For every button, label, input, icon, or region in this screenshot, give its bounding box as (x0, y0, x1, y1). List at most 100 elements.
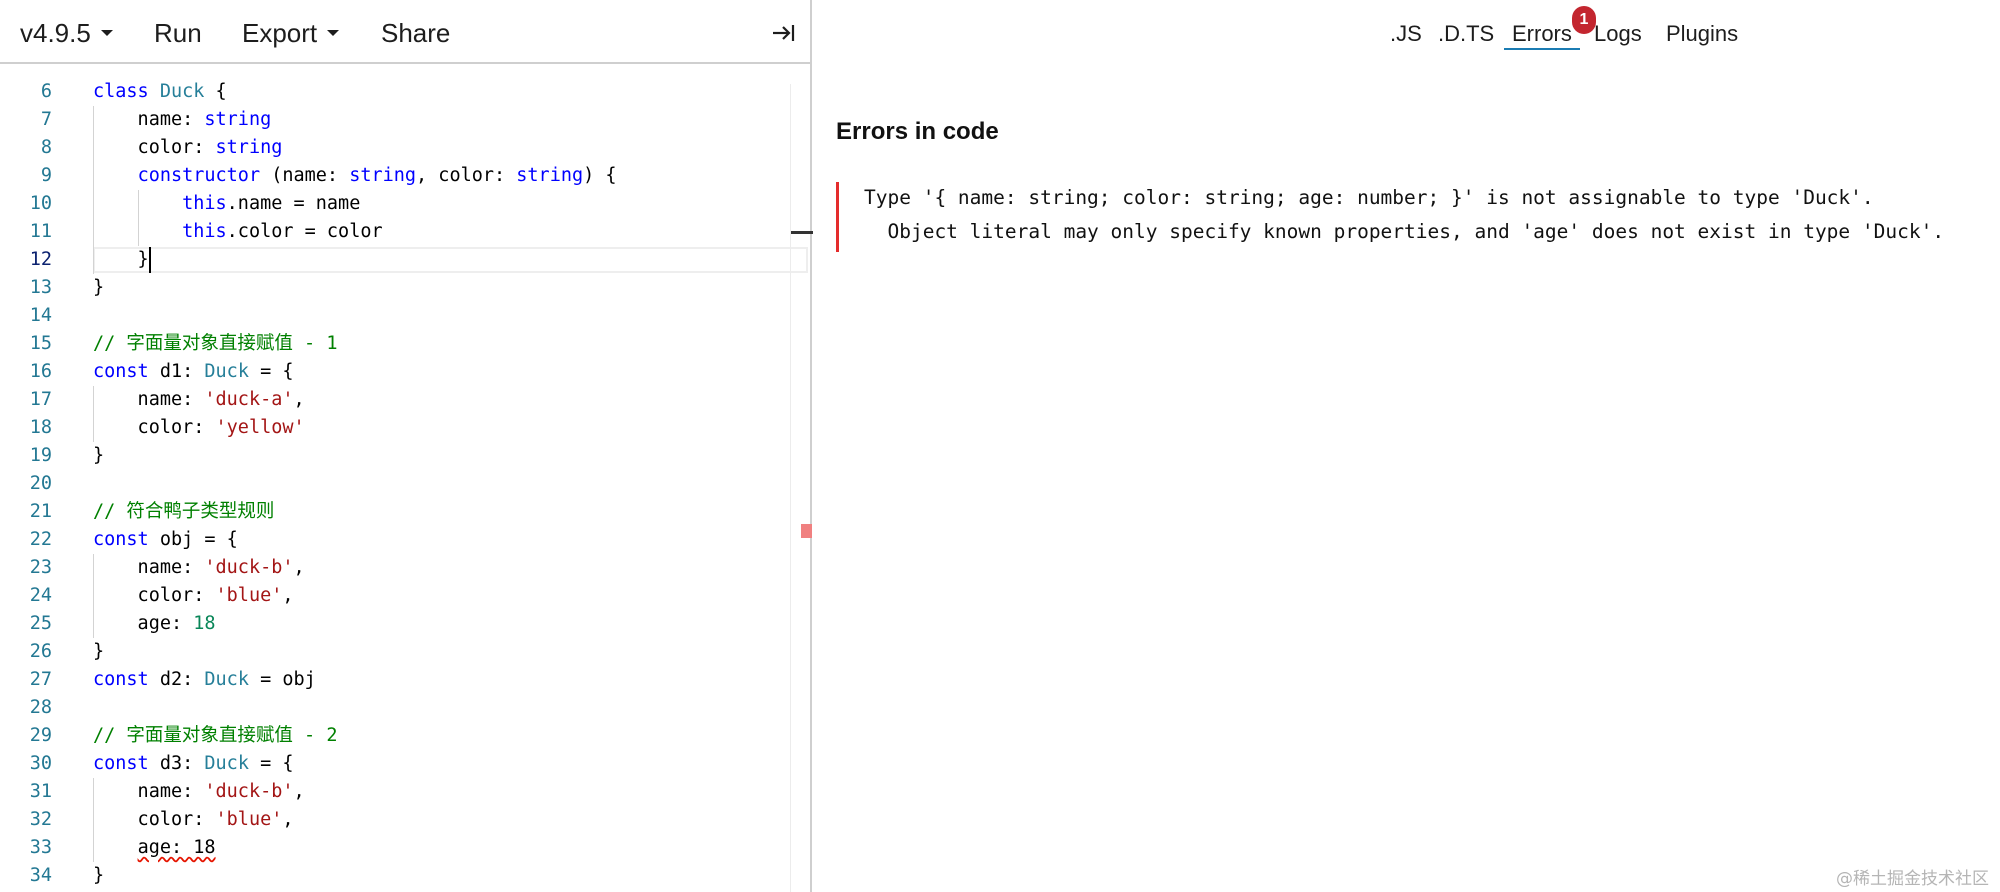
code-text: const d3: Duck = { (93, 753, 294, 774)
export-dropdown[interactable]: Export (242, 17, 340, 49)
code-line[interactable]: 27 const d2: Duck = obj (0, 666, 790, 694)
code-line[interactable]: 29 // 字面量对象直接赋值 - 2 (0, 722, 790, 750)
code-line[interactable]: 21 // 符合鸭子类型规则 (0, 498, 790, 526)
error-indicator-bar (836, 182, 839, 252)
editor-pane: v4.9.5 Run Export Share 6 class Duck {7 n… (0, 0, 813, 892)
cursor-position-marker (791, 231, 813, 234)
code-line[interactable]: 17 name: 'duck-a', (0, 386, 790, 414)
code-line[interactable]: 26} (0, 638, 790, 666)
code-line[interactable]: 8 color: string (0, 134, 790, 162)
code-text: const obj = { (93, 529, 238, 550)
code-text: constructor (name: string, color: string… (137, 165, 617, 186)
run-button[interactable]: Run (154, 17, 202, 49)
code-line[interactable]: 24 color: 'blue', (0, 582, 790, 610)
code-line[interactable]: 18 color: 'yellow' (0, 414, 790, 442)
code-line[interactable]: 30 const d3: Duck = { (0, 750, 790, 778)
share-button[interactable]: Share (381, 17, 450, 49)
indent-guide (93, 106, 94, 274)
version-dropdown[interactable]: v4.9.5 (20, 17, 113, 49)
code-text: age: 18 (137, 837, 216, 858)
panel-title: Errors in code (836, 118, 999, 145)
line-number: 20 (29, 473, 52, 494)
code-text: // 字面量对象直接赋值 - 1 (93, 333, 338, 354)
code-text: color: string (93, 137, 283, 158)
code-line[interactable]: 12 } (0, 246, 808, 274)
line-number: 9 (40, 165, 52, 186)
tab-errors[interactable]: Errors (1512, 19, 1572, 49)
line-number: 33 (29, 837, 52, 858)
indent-guide (93, 386, 94, 442)
current-line-highlight (93, 247, 808, 273)
line-number: 26 (29, 641, 52, 662)
tab-js[interactable]: .JS (1390, 19, 1422, 49)
code-line[interactable]: 32 color: 'blue', (0, 806, 790, 834)
line-number: 27 (29, 669, 52, 690)
code-text: } (93, 445, 105, 466)
export-label: Export (242, 18, 318, 48)
code-text: const d2: Duck = obj (93, 669, 316, 690)
line-number: 10 (29, 193, 52, 214)
arrow-right-to-bar-icon[interactable] (770, 20, 796, 46)
code-text: name: 'duck-b', (93, 557, 305, 578)
error-text-line-1: Type '{ name: string; color: string; age… (864, 186, 1874, 209)
error-text-line-2: Object literal may only specify known pr… (864, 220, 1945, 243)
text-cursor (148, 247, 151, 273)
code-line[interactable]: 14 (0, 302, 790, 330)
code-text: // 字面量对象直接赋值 - 2 (93, 725, 338, 746)
code-text: this.color = color (182, 221, 383, 242)
code-line[interactable]: 16 const d1: Duck = { (0, 358, 790, 386)
indent-guide (93, 554, 94, 638)
line-number: 8 (40, 137, 52, 158)
code-text: } (93, 249, 149, 270)
tab-dts[interactable]: .D.TS (1438, 19, 1494, 49)
line-number: 18 (29, 417, 52, 438)
code-line[interactable]: 20 (0, 470, 790, 498)
code-line[interactable]: 33 age: 18 (0, 834, 790, 862)
error-overview-marker (801, 524, 812, 538)
line-number: 25 (29, 613, 52, 634)
code-line[interactable]: 7 name: string (0, 106, 790, 134)
code-text: name: 'duck-b', (93, 781, 305, 802)
code-line[interactable]: 10 this.name = name (0, 190, 790, 218)
line-number: 14 (29, 305, 52, 326)
line-number: 34 (29, 865, 52, 886)
line-number: 16 (29, 361, 52, 382)
line-number: 17 (29, 389, 52, 410)
code-line[interactable]: 31 name: 'duck-b', (0, 778, 790, 806)
code-line[interactable]: 34} (0, 862, 790, 890)
code-line[interactable]: 11 this.color = color (0, 218, 790, 246)
line-number: 12 (29, 249, 52, 270)
code-line[interactable]: 25 age: 18 (0, 610, 790, 638)
code-line[interactable]: 19} (0, 442, 790, 470)
code-line[interactable]: 9 constructor (name: string, color: stri… (0, 162, 790, 190)
error-message[interactable]: Type '{ name: string; color: string; age… (836, 182, 2000, 252)
code-editor[interactable]: 6 class Duck {7 name: string 8 color: stri… (0, 68, 808, 892)
tab-plugins[interactable]: Plugins (1666, 19, 1738, 49)
code-text: this.name = name (182, 193, 361, 214)
editor-scrollbar[interactable] (790, 84, 813, 892)
line-number: 15 (29, 333, 52, 354)
code-line[interactable]: 28 (0, 694, 790, 722)
tab-logs[interactable]: Logs (1594, 19, 1642, 49)
code-text: class Duck { (93, 81, 227, 102)
chevron-down-icon (100, 30, 113, 37)
line-number: 31 (29, 781, 52, 802)
code-text: color: 'yellow' (93, 417, 305, 438)
watermark: @稀土掘金技术社区 (1836, 869, 1989, 889)
active-tab-indicator (1504, 48, 1580, 50)
line-number: 13 (29, 277, 52, 298)
code-line[interactable]: 15 // 字面量对象直接赋值 - 1 (0, 330, 790, 358)
code-line[interactable]: 23 name: 'duck-b', (0, 554, 790, 582)
line-number: 11 (29, 221, 52, 242)
indent-guide (137, 190, 139, 246)
code-line[interactable]: 13} (0, 274, 790, 302)
code-text: color: 'blue', (93, 585, 294, 606)
error-count-badge: 1 (1572, 6, 1596, 34)
code-text: const d1: Duck = { (93, 361, 294, 382)
code-line[interactable]: 22 const obj = { (0, 526, 790, 554)
version-label: v4.9.5 (20, 18, 91, 48)
code-text: } (93, 277, 105, 298)
line-number: 28 (29, 697, 52, 718)
chevron-down-icon (327, 30, 340, 37)
code-line[interactable]: 6 class Duck { (0, 78, 790, 106)
